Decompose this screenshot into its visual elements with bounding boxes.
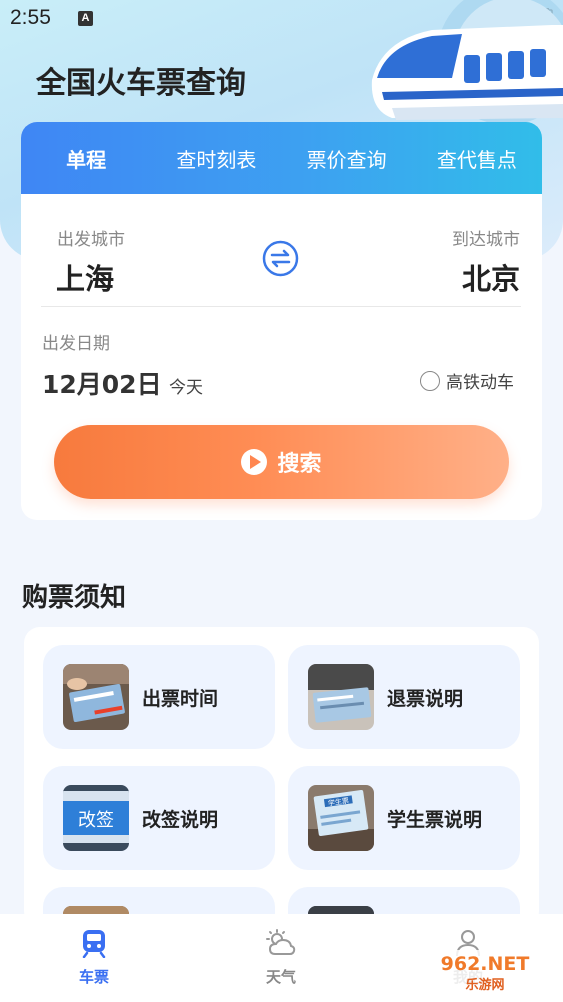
play-icon [241,449,268,475]
date-label: 出发日期 [42,334,110,354]
tab-fare[interactable]: 票价查询 [282,144,412,173]
nav-label: 天气 [265,968,296,986]
notice-item-label: 退票说明 [387,687,464,710]
nav-item-tickets[interactable]: 车票 [54,928,134,987]
search-card: 单程 查时刻表 票价查询 查代售点 出发城市 上海 到达城市 北京 出发日期 1… [21,122,542,520]
notice-title: 购票须知 [22,583,127,613]
nav-label: 车票 [78,968,109,986]
notice-item-refund[interactable]: 退票说明 [288,645,520,749]
tab-agency[interactable]: 查代售点 [412,144,542,173]
change-sign-text: 改签 [78,810,114,831]
notice-item-label: 学生票说明 [387,808,483,831]
notice-item-label: 改签说明 [142,808,219,831]
tab-one-way[interactable]: 单程 [21,144,151,173]
student-ticket-icon: 学生票 [308,785,374,851]
app-title: 全国火车票查询 [36,66,246,101]
change-sign-icon: 改签 [63,785,129,851]
watermark-sub: 乐游网 [465,977,504,993]
to-city[interactable]: 北京 [462,256,520,298]
ticket-photo-icon [308,664,374,730]
search-button-label: 搜索 [277,452,322,477]
notice-panel: 出票时间 退票说明 改签 改签说明 学生票 学生票说明 [24,627,539,927]
high-speed-label: 高铁动车 [446,373,514,393]
from-city-label: 出发城市 [57,230,125,250]
tab-bar: 单程 查时刻表 票价查询 查代售点 [21,122,542,194]
radio-icon[interactable] [420,370,440,391]
divider [41,306,521,307]
watermark-main: 962.NET [441,953,530,975]
notice-item-student[interactable]: 学生票 学生票说明 [288,766,520,870]
notification-icon: A [78,11,93,26]
date-hint: 今天 [169,378,203,398]
status-time: 2:55 [10,6,51,29]
nav-item-weather[interactable]: 天气 [241,928,321,987]
search-button[interactable]: 搜索 [54,425,509,499]
tab-timetable[interactable]: 查时刻表 [151,144,281,173]
train-icon [82,930,106,959]
notice-item-change[interactable]: 改签 改签说明 [43,766,275,870]
train-illustration [371,0,563,125]
ticket-photo-icon [63,664,129,730]
from-city[interactable]: 上海 [56,256,114,298]
notice-item-label: 出票时间 [142,687,219,710]
notice-item-issue-time[interactable]: 出票时间 [43,645,275,749]
departure-date[interactable]: 12月02日 [42,365,162,401]
weather-icon [266,929,296,955]
to-city-label: 到达城市 [452,230,520,250]
watermark-logo: 962.NET 乐游网 [415,950,555,994]
swap-icon[interactable] [262,240,299,277]
high-speed-toggle[interactable]: 高铁动车 [420,368,514,393]
